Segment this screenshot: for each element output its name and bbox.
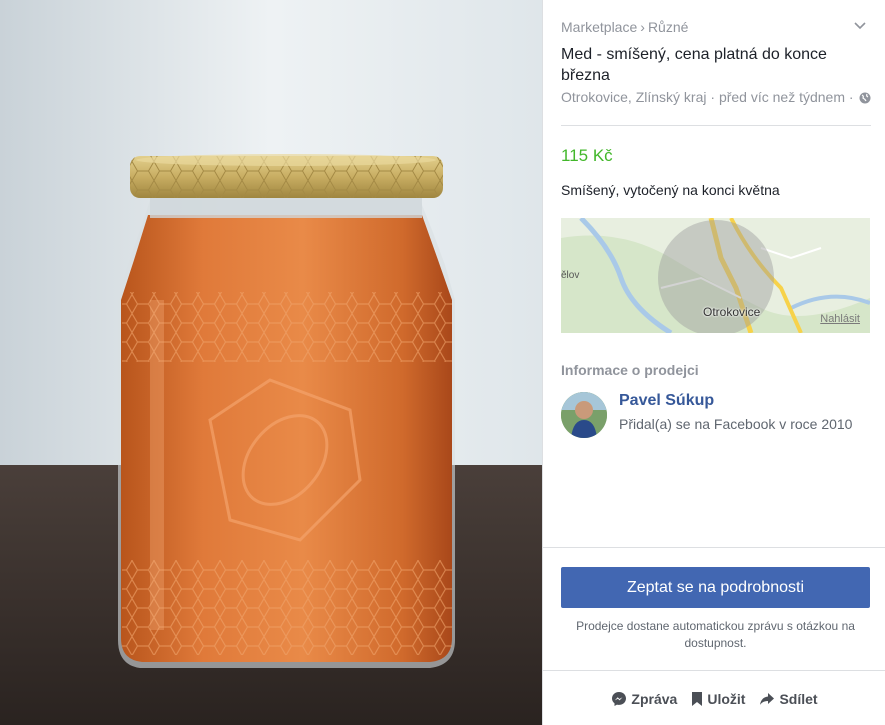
map-report-link[interactable]: Nahlásit bbox=[820, 313, 860, 325]
marketplace-listing-view: Marketplace › Různé Med - smíšený, cena pl… bbox=[0, 0, 885, 725]
listing-time: před víc než týdnem bbox=[718, 89, 845, 105]
listing-details-panel: Marketplace › Různé Med - smíšený, cena pl… bbox=[542, 0, 885, 725]
breadcrumb-separator: › bbox=[640, 19, 645, 35]
save-label: Uložit bbox=[707, 691, 746, 707]
meta-separator: · bbox=[848, 89, 854, 105]
listing-meta: Otrokovice, Zlínský kraj · před víc než … bbox=[561, 89, 871, 105]
share-button[interactable]: Sdílet bbox=[759, 688, 818, 710]
listing-price: 115 Kč bbox=[561, 146, 613, 165]
globe-icon bbox=[859, 92, 871, 104]
divider bbox=[543, 547, 885, 548]
ask-details-button[interactable]: Zeptat se na podrobnosti bbox=[561, 567, 870, 608]
seller-avatar-image bbox=[561, 392, 607, 438]
auto-message-note: Prodejce dostane automatickou zprávu s o… bbox=[576, 619, 855, 650]
chevron-down-icon[interactable] bbox=[853, 18, 867, 32]
listing-description: Smíšený, vytočený na konci května bbox=[561, 182, 780, 198]
listing-location[interactable]: Otrokovice, Zlínský kraj bbox=[561, 89, 706, 105]
message-label: Zpráva bbox=[631, 691, 678, 707]
map-place-label: Otrokovice bbox=[703, 305, 761, 319]
breadcrumb-marketplace-link[interactable]: Marketplace bbox=[561, 19, 637, 35]
save-button[interactable]: Uložit bbox=[691, 688, 745, 710]
divider bbox=[543, 670, 885, 671]
map-place-label-left: ělov bbox=[561, 270, 580, 281]
seller-section-title: Informace o prodejci bbox=[561, 362, 699, 378]
honey-jar-image bbox=[0, 0, 542, 725]
bookmark-icon bbox=[692, 692, 703, 706]
listing-title: Med - smíšený, cena platná do konce břez… bbox=[561, 46, 827, 84]
breadcrumb: Marketplace › Různé bbox=[561, 19, 688, 35]
meta-separator: · bbox=[710, 89, 716, 105]
action-bar: Zpráva Uložit Sdílet bbox=[543, 688, 885, 710]
divider bbox=[561, 125, 871, 126]
share-arrow-icon bbox=[760, 693, 775, 705]
messenger-icon bbox=[612, 692, 627, 706]
message-button[interactable]: Zpráva bbox=[611, 688, 677, 710]
breadcrumb-category-link[interactable]: Různé bbox=[648, 19, 688, 35]
avatar[interactable] bbox=[561, 392, 607, 438]
seller-joined-text: Přidal(a) se na Facebook v roce 2010 bbox=[619, 416, 853, 432]
share-label: Sdílet bbox=[779, 691, 818, 707]
listing-photo[interactable] bbox=[0, 0, 542, 725]
location-map[interactable]: ělov Otrokovice Nahlásit bbox=[561, 218, 870, 333]
seller-name-link[interactable]: Pavel Súkup bbox=[619, 392, 714, 410]
